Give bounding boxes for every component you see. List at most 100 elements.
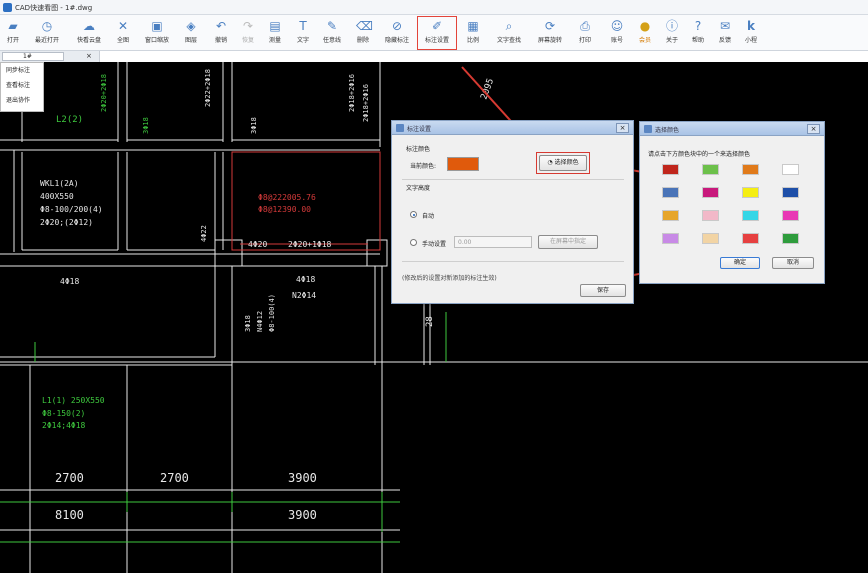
k-app-icon: k [747, 19, 755, 33]
color-swatch[interactable] [782, 233, 799, 244]
vip-button[interactable]: ● 会员 [634, 17, 656, 49]
document-tab-strip: 1# × [0, 51, 100, 62]
measure-button[interactable]: ▤ 测量 [264, 17, 286, 49]
manual-height-input[interactable]: 0.00 [454, 236, 532, 248]
fit-all-icon: ✕ [117, 19, 129, 33]
drawing-text: 4Φ22 [200, 225, 208, 242]
color-swatch[interactable] [702, 187, 719, 198]
drawing-text: 3Φ18 [244, 315, 252, 332]
color-section-label: 标注颜色 [406, 146, 431, 153]
undo-icon: ↶ [215, 19, 227, 33]
annotation-settings-dialog: 标注设置 × 标注颜色 当前颜色: ◔ 选择颜色 文字高度 自动 手动设置 0.… [391, 120, 634, 304]
drawing-text: 2Φ18+2Φ16 [348, 74, 356, 112]
close-tab-icon[interactable]: × [86, 52, 92, 60]
color-picker-dialog: 选择颜色 × 请点击下方颜色块中的一个来选择颜色 确定 取消 [639, 121, 825, 284]
delete-button[interactable]: ⌫ 删除 [352, 17, 374, 49]
dialog-title: 选择颜色 [655, 127, 680, 134]
color-swatch[interactable] [662, 210, 679, 221]
auto-height-label: 自动 [422, 213, 435, 220]
text-button[interactable]: T 文字 [292, 17, 314, 49]
screen-pick-button[interactable]: 在屏幕中指定 [538, 235, 598, 249]
color-swatch[interactable] [782, 210, 799, 221]
color-swatch[interactable] [742, 187, 759, 198]
about-button[interactable]: ⓘ 关于 [661, 17, 683, 49]
help-button[interactable]: ? 帮助 [687, 17, 709, 49]
drawing-text: Φ8@12390.00 [258, 205, 311, 214]
freeline-button[interactable]: ✎ 任意线 [318, 17, 346, 49]
settings-note: (修改后的设置对新添加的标注生效) [402, 275, 497, 282]
open-button[interactable]: ▰ 打开 [3, 17, 23, 49]
color-swatch[interactable] [742, 164, 759, 175]
color-swatch[interactable] [782, 164, 799, 175]
drawing-text: 2Φ20;(2Φ12) [40, 218, 93, 227]
hide-annotation-button[interactable]: ⊘ 隐藏标注 [381, 17, 413, 49]
close-icon[interactable]: × [616, 123, 629, 133]
close-icon[interactable]: × [807, 124, 820, 134]
save-button[interactable]: 保存 [580, 284, 626, 297]
menu-item-exit-collaboration[interactable]: 退出协作 [1, 93, 43, 108]
user-icon: ☺ [610, 19, 624, 33]
menu-item-view-annotation[interactable]: 查看标注 [1, 78, 43, 93]
color-swatch[interactable] [782, 187, 799, 198]
color-swatch[interactable] [742, 233, 759, 244]
clock-icon: ◷ [41, 19, 53, 33]
color-swatch[interactable] [702, 233, 719, 244]
ok-button[interactable]: 确定 [720, 257, 760, 269]
dialog-app-icon [644, 125, 652, 133]
screen-rotate-button[interactable]: ⟳ 屏幕旋转 [533, 17, 567, 49]
drawing-text: Φ8-100(4) [268, 294, 276, 332]
color-swatch[interactable] [662, 187, 679, 198]
color-swatch[interactable] [702, 164, 719, 175]
fit-all-button[interactable]: ✕ 全图 [112, 17, 134, 49]
drawing-text: Φ8-100/200(4) [40, 205, 103, 214]
menu-item-sync-annotation[interactable]: 同步标注 [1, 63, 43, 78]
collaboration-menu: 同步标注 查看标注 退出协作 [0, 62, 44, 112]
window-zoom-icon: ▣ [151, 19, 163, 33]
color-swatch[interactable] [662, 164, 679, 175]
drawing-text: 2Φ22+2Φ18 [204, 69, 212, 107]
drawing-text: Φ8@222005.76 [258, 193, 316, 202]
dimension-text: 2700 [160, 471, 189, 485]
dialog-titlebar: 选择颜色 × [640, 122, 824, 136]
layers-icon: ◈ [186, 19, 196, 33]
drawing-text: 3Φ18 [250, 117, 258, 134]
main-toolbar: ▰ 打开 ◷ 最近打开 ☁ 快看云盘 ✕ 全图 ▣ 窗口缩放 ◈ 图层 ↶ 撤销 ↷ 恢复 ▤ 测… [0, 15, 868, 51]
color-swatch[interactable] [662, 233, 679, 244]
redo-button[interactable]: ↷ 恢复 [237, 17, 259, 49]
drawing-text: L2(2) [56, 115, 83, 125]
cloud-icon: ☁ [83, 19, 95, 33]
feedback-button[interactable]: ✉ 反馈 [714, 17, 736, 49]
dimension-text: 2700 [55, 471, 84, 485]
drawing-text: Φ8-150(2) [42, 409, 85, 418]
cloud-button[interactable]: ☁ 快看云盘 [72, 17, 106, 49]
hide-annotation-icon: ⊘ [391, 19, 403, 33]
text-search-button[interactable]: ⌕ 文字查找 [492, 17, 526, 49]
folder-icon: ▰ [8, 19, 18, 33]
text-search-icon: ⌕ [505, 19, 513, 33]
document-tab[interactable]: 1# [2, 52, 64, 61]
undo-button[interactable]: ↶ 撤销 [210, 17, 232, 49]
rotate-icon: ⟳ [544, 19, 556, 33]
window-title: CAD快速看图 - 1#.dwg [15, 4, 93, 12]
drawing-text: WKL1(2A) [40, 179, 79, 188]
print-button[interactable]: ⎙ 打印 [574, 17, 596, 49]
manual-height-radio[interactable] [410, 239, 417, 246]
recent-button[interactable]: ◷ 最近打开 [30, 17, 64, 49]
color-swatch[interactable] [702, 210, 719, 221]
window-zoom-button[interactable]: ▣ 窗口缩放 [141, 17, 173, 49]
layers-button[interactable]: ◈ 图层 [180, 17, 202, 49]
manual-height-label: 手动设置 [422, 241, 447, 248]
drawing-text: 2Φ20+1Φ18 [288, 240, 332, 249]
color-swatch[interactable] [742, 210, 759, 221]
mini-app-button[interactable]: k 小程 [740, 17, 762, 49]
drawing-text: 28 [425, 316, 435, 327]
text-icon: T [299, 19, 307, 33]
cancel-button[interactable]: 取消 [772, 257, 814, 269]
account-button[interactable]: ☺ 账号 [606, 17, 628, 49]
annotation-settings-button[interactable]: ✐ 标注设置 [417, 16, 457, 50]
auto-height-radio[interactable] [410, 211, 417, 218]
dialog-title: 标注设置 [407, 126, 432, 133]
title-bar: CAD快速看图 - 1#.dwg [0, 0, 868, 15]
drawing-text: 2Φ18+2Φ16 [362, 84, 370, 122]
scale-button[interactable]: ▦ 比例 [462, 17, 484, 49]
